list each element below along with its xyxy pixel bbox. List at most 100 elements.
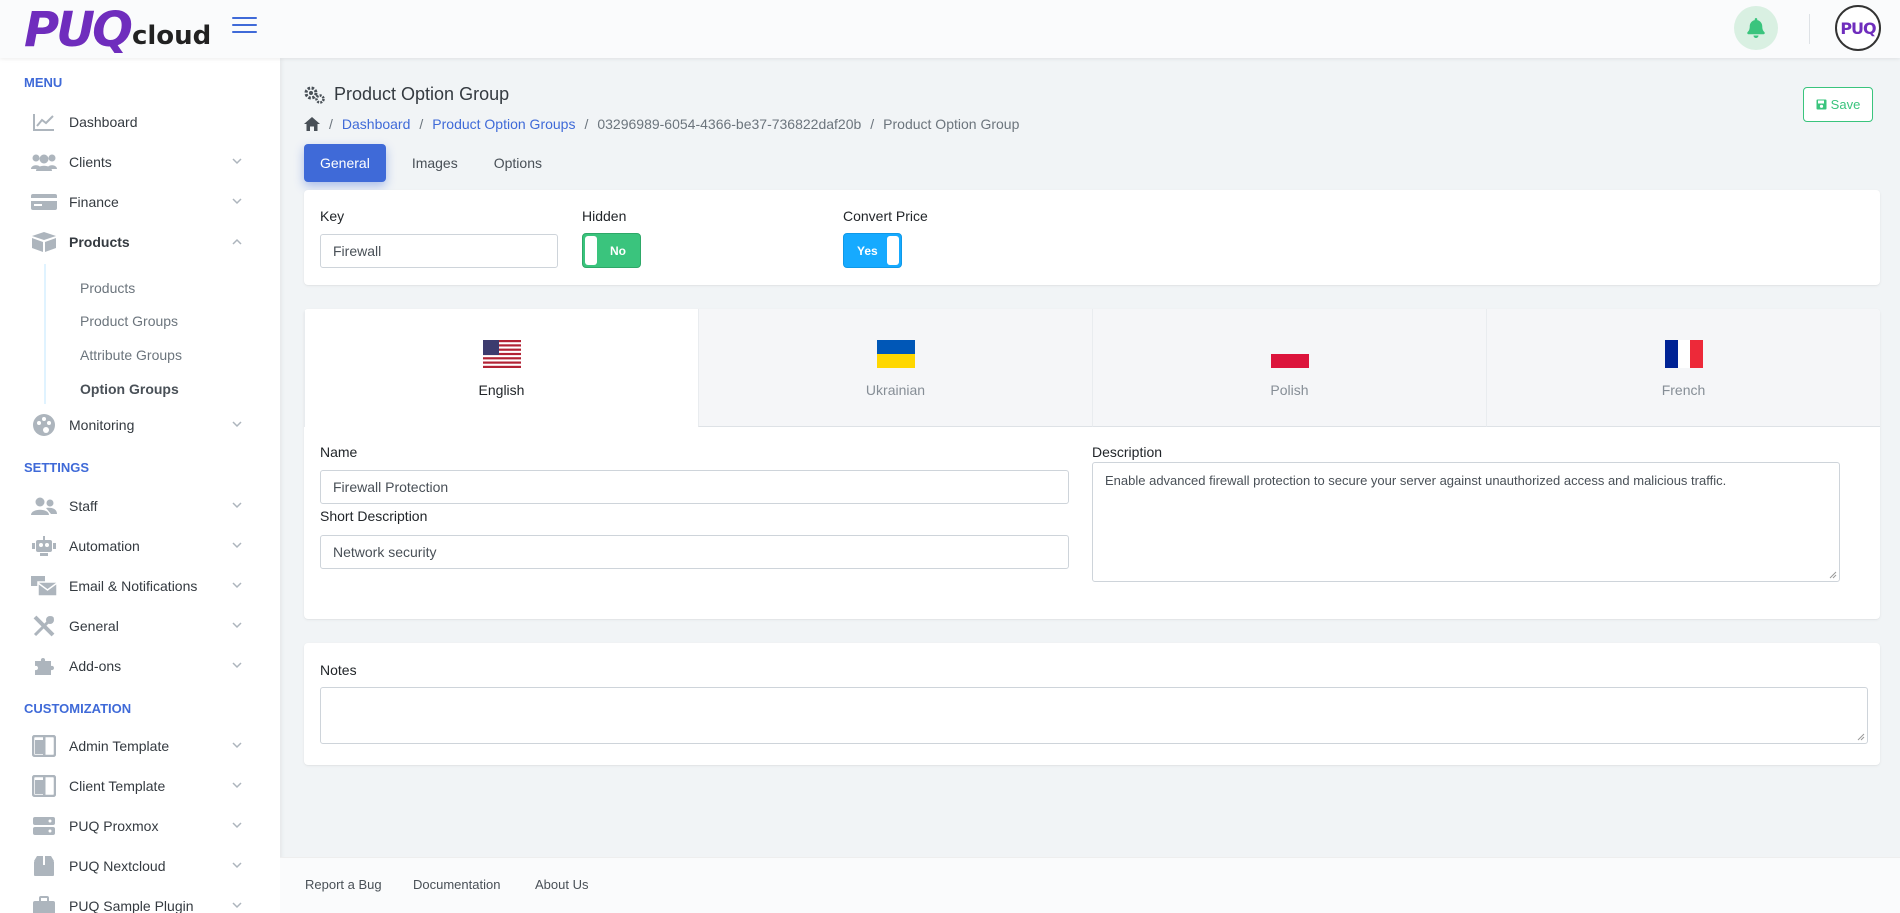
toggle-knob [585,236,597,265]
sidebar-item-dashboard[interactable]: Dashboard [30,105,250,139]
top-header: PUQ cloud PUQ [0,0,1900,58]
notes-textarea[interactable] [320,687,1868,744]
sidebar-item-email-notifications[interactable]: Email & Notifications [30,569,250,603]
columns-icon [30,734,58,758]
resize-handle-icon[interactable] [1829,571,1837,579]
chevron-down-icon [232,198,242,205]
logo-main-text: PUQ [24,2,133,58]
sidebar-item-client-template[interactable]: Client Template [30,769,250,803]
page-heading: Product Option Group [304,84,509,105]
sidebar-item-puq-sample-plugin[interactable]: PUQ Sample Plugin [30,889,250,913]
sidebar-item-label: Dashboard [69,114,138,130]
ukraine-flag-icon [876,340,915,368]
notifications-button[interactable] [1734,6,1778,50]
tab-images[interactable]: Images [398,144,472,182]
name-label: Name [320,444,358,460]
toggle-knob [887,236,899,265]
sidebar-item-puq-nextcloud[interactable]: PUQ Nextcloud [30,849,250,883]
sidebar-item-label: General [69,618,119,634]
user-avatar[interactable]: PUQ [1835,5,1881,51]
footer-report-bug-link[interactable]: Report a Bug [305,877,382,892]
bell-icon [1747,18,1765,38]
chevron-down-icon [232,862,242,869]
short-description-label: Short Description [320,508,428,524]
description-textarea[interactable]: Enable advanced firewall protection to s… [1092,462,1840,582]
sidebar-item-label: Automation [69,538,140,554]
sidebar: MENU Dashboard Clients Finance Products … [0,58,280,913]
page-tabs: General Images Options [304,144,556,182]
puq-cloud-logo[interactable]: PUQ cloud [24,4,211,54]
sidebar-section-settings: SETTINGS [24,460,90,475]
submenu-item-products[interactable]: Products [80,280,135,296]
breadcrumb-separator: / [584,116,589,132]
resize-handle-icon[interactable] [1857,733,1865,741]
chevron-down-icon [232,502,242,509]
sidebar-item-monitoring[interactable]: Monitoring [30,408,250,442]
sidebar-item-staff[interactable]: Staff [30,489,250,523]
header-divider [1809,14,1810,44]
sidebar-section-customization: CUSTOMIZATION [24,701,132,716]
sidebar-item-label: PUQ Sample Plugin [69,898,194,913]
sidebar-item-products[interactable]: Products [30,225,250,259]
lang-tab-english[interactable]: English [304,309,698,427]
chevron-down-icon [232,662,242,669]
chevron-down-icon [232,782,242,789]
breadcrumb-dashboard[interactable]: Dashboard [342,116,411,132]
sidebar-item-label: Email & Notifications [69,578,198,594]
sidebar-item-automation[interactable]: Automation [30,529,250,563]
user-friends-icon [30,494,58,518]
users-icon [30,150,58,174]
chevron-down-icon [232,421,242,428]
logo-sub-text: cloud [131,21,212,51]
cogs-icon [304,86,325,104]
tab-general[interactable]: General [304,144,386,182]
description-text: Enable advanced firewall protection to s… [1105,473,1727,488]
lang-tab-label: Polish [1270,382,1309,398]
hidden-toggle[interactable]: No [582,233,641,268]
sidebar-item-label: Products [69,234,130,250]
sidebar-item-label: Admin Template [69,738,170,754]
sidebar-item-clients[interactable]: Clients [30,145,250,179]
tab-options[interactable]: Options [480,144,556,182]
footer-documentation-link[interactable]: Documentation [413,877,500,892]
lang-tab-label: Ukrainian [865,382,926,398]
breadcrumb: / Dashboard / Product Option Groups / 03… [304,116,1019,132]
short-description-input[interactable]: Network security [320,535,1069,569]
chevron-down-icon [232,582,242,589]
sidebar-item-add-ons[interactable]: Add-ons [30,649,250,683]
sidebar-item-label: PUQ Proxmox [69,818,159,834]
save-button[interactable]: Save [1803,87,1873,122]
submenu-line [44,264,46,404]
sidebar-item-general[interactable]: General [30,609,250,643]
lang-tab-french[interactable]: French [1486,309,1880,427]
sidebar-item-label: PUQ Nextcloud [69,858,166,874]
submenu-item-product-groups[interactable]: Product Groups [80,313,178,329]
sidebar-section-menu: MENU [24,75,63,90]
hamburger-icon[interactable] [232,17,257,35]
sidebar-item-label: Monitoring [69,417,135,433]
name-input[interactable]: Firewall Protection [320,470,1069,504]
france-flag-icon [1664,340,1703,368]
breadcrumb-product-option-groups[interactable]: Product Option Groups [432,116,575,132]
submenu-item-attribute-groups[interactable]: Attribute Groups [80,347,182,363]
key-input[interactable]: Firewall [320,234,558,268]
lang-tab-label: French [1661,382,1706,398]
home-icon[interactable] [304,117,320,131]
server-icon [30,814,58,838]
convert-price-toggle[interactable]: Yes [843,233,902,268]
lang-tab-polish[interactable]: Polish [1092,309,1486,427]
lang-tab-ukrainian[interactable]: Ukrainian [698,309,1092,427]
sidebar-item-admin-template[interactable]: Admin Template [30,729,250,763]
footer-about-us-link[interactable]: About Us [535,877,588,892]
notes-card: Notes [304,643,1880,765]
sidebar-item-finance[interactable]: Finance [30,185,250,219]
puzzle-icon [30,654,58,678]
sidebar-item-label: Clients [69,154,112,170]
general-settings-card: Key Firewall Hidden No Convert Price Yes [304,190,1880,285]
breadcrumb-current: Product Option Group [883,116,1020,132]
sidebar-item-puq-proxmox[interactable]: PUQ Proxmox [30,809,250,843]
poland-flag-icon [1270,340,1309,368]
breadcrumb-group-id: 03296989-6054-4366-be37-736822daf20b [597,116,862,132]
submenu-item-option-groups[interactable]: Option Groups [80,381,179,397]
chevron-down-icon [232,542,242,549]
